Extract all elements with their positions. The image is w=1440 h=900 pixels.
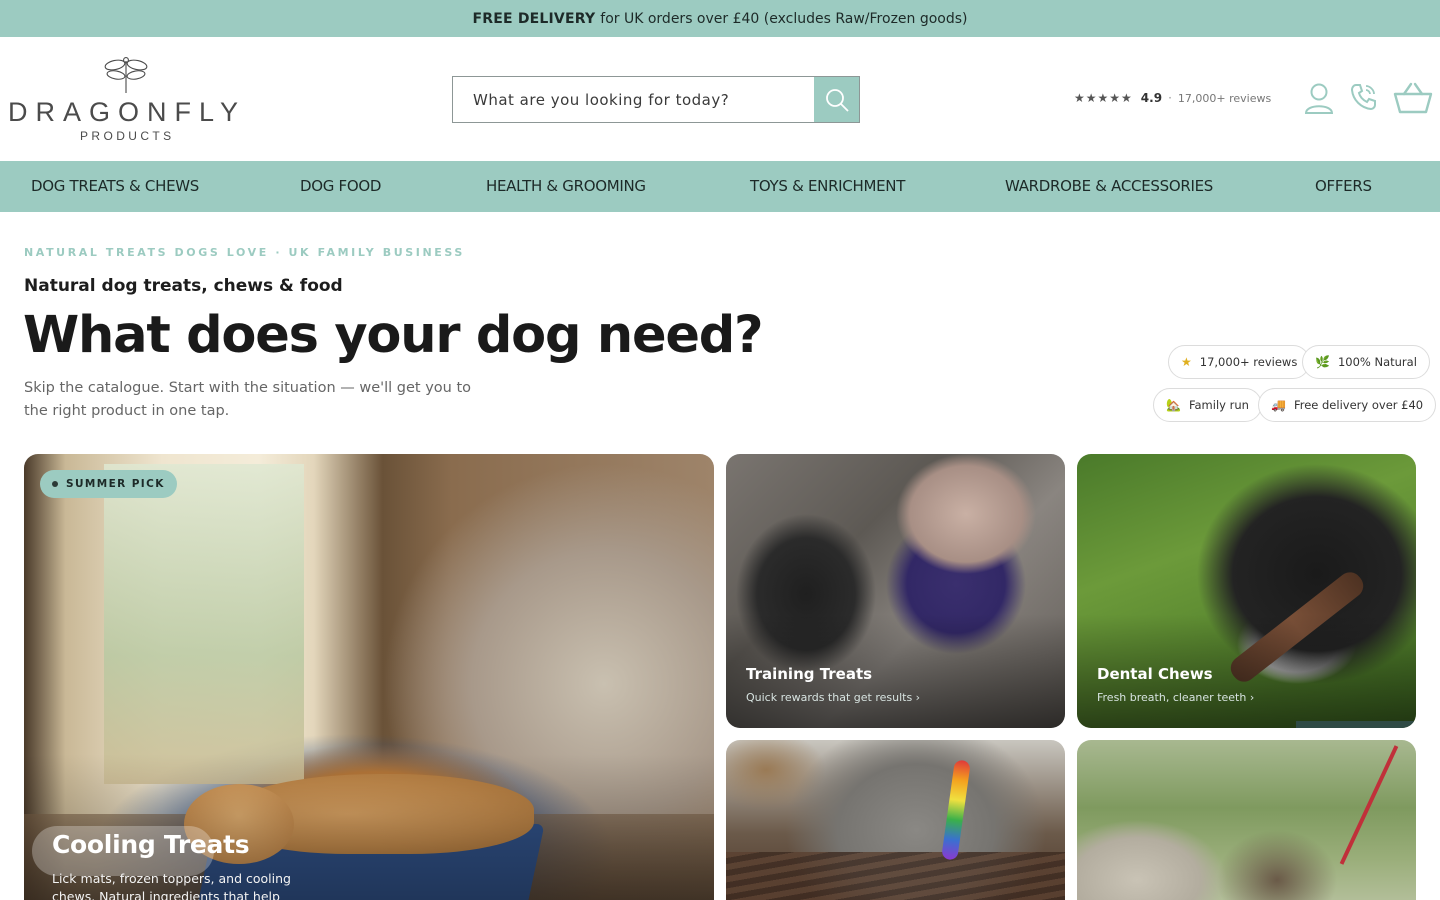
card-dog-chewing[interactable] (726, 740, 1065, 900)
chip-free-delivery: 🚚 Free delivery over £40 (1258, 388, 1437, 422)
chip-label: 100% Natural (1337, 355, 1417, 369)
card-progress-bar (1296, 721, 1414, 728)
logo-wordmark: DRAGONFLY (8, 97, 247, 127)
card-training-treats[interactable]: Training Treats Quick rewards that get r… (726, 454, 1065, 728)
rug-image (726, 852, 1065, 900)
nav-item-toys-enrichment[interactable]: TOYS & ENRICHMENT (750, 177, 905, 195)
card-dental-chews[interactable]: Dental Chews Fresh breath, cleaner teeth… (1077, 454, 1416, 728)
basket-icon[interactable] (1392, 81, 1434, 115)
rating-separator: · (1168, 91, 1172, 105)
chip-reviews: ★ 17,000+ reviews (1168, 345, 1311, 379)
search-bar (452, 76, 860, 123)
nav-item-dog-food[interactable]: DOG FOOD (300, 177, 381, 195)
chip-label: 17,000+ reviews (1199, 355, 1298, 369)
chip-natural: 🌿 100% Natural (1302, 345, 1430, 379)
summer-pick-badge: SUMMER PICK (40, 470, 177, 498)
hero-lede: Skip the catalogue. Start with the situa… (24, 380, 472, 419)
phone-icon[interactable] (1350, 82, 1378, 112)
nav-item-dog-treats-chews[interactable]: DOG TREATS & CHEWS (31, 177, 199, 195)
main-nav: DOG TREATS & CHEWS DOG FOOD HEALTH & GRO… (0, 161, 1440, 212)
rating-stars: ★★★★★ (1074, 91, 1133, 105)
house-icon: 🏡 (1166, 398, 1181, 412)
dot-icon (52, 481, 58, 487)
announcement-bold: FREE DELIVERY (472, 10, 596, 27)
chip-label: Free delivery over £40 (1293, 398, 1424, 412)
logo-subtitle: PRODUCTS (80, 129, 175, 143)
site-header: DRAGONFLY PRODUCTS ★★★★★ 4.9 · 17,000+ r… (0, 37, 1440, 161)
card-title: Training Treats (746, 665, 873, 683)
hero-eyebrow: NATURAL TREATS DOGS LOVE · UK FAMILY BUS… (24, 246, 465, 259)
rating-count: 17,000+ reviews (1177, 91, 1272, 105)
account-icon[interactable] (1303, 82, 1335, 116)
announcement-bar: FREE DELIVERY for UK orders over £40 (ex… (0, 0, 1440, 37)
chip-label: Family run (1188, 398, 1249, 412)
dragonfly-icon (104, 57, 148, 93)
card-title: Cooling Treats (52, 830, 250, 859)
card-title: Dental Chews (1097, 665, 1213, 683)
search-button[interactable] (814, 77, 859, 122)
card-cooling-treats[interactable]: SUMMER PICK Cooling Treats Lick mats, fr… (24, 454, 714, 900)
leash-image (1339, 745, 1399, 865)
rainbow-collar-image (941, 759, 971, 861)
rating-score: 4.9 (1140, 91, 1163, 105)
nav-item-health-grooming[interactable]: HEALTH & GROOMING (486, 177, 646, 195)
truck-icon: 🚚 (1271, 398, 1286, 412)
nav-item-wardrobe-accessories[interactable]: WARDROBE & ACCESSORIES (1005, 177, 1213, 195)
search-input[interactable] (453, 77, 814, 122)
page-title: What does your dog need? (23, 306, 764, 365)
window-image (104, 464, 304, 784)
card-subtitle: Lick mats, frozen toppers, and cooling c… (52, 871, 291, 900)
hero-kicker: Natural dog treats, chews & food (24, 276, 343, 296)
logo[interactable]: DRAGONFLY PRODUCTS (8, 55, 247, 145)
star-icon: ★ (1181, 355, 1192, 369)
search-icon (825, 88, 849, 112)
rating-summary[interactable]: ★★★★★ 4.9 · 17,000+ reviews (1074, 91, 1271, 105)
card-subtitle: Fresh breath, cleaner teeth › (1097, 691, 1255, 704)
card-subtitle: Quick rewards that get results › (746, 691, 921, 704)
card-dog-walking[interactable] (1077, 740, 1416, 900)
announcement-text: for UK orders over £40 (excludes Raw/Fro… (600, 10, 968, 27)
nav-item-offers[interactable]: OFFERS (1315, 177, 1372, 195)
badge-label: SUMMER PICK (66, 478, 165, 490)
leaf-icon: 🌿 (1315, 355, 1330, 369)
chip-family-run: 🏡 Family run (1153, 388, 1262, 422)
